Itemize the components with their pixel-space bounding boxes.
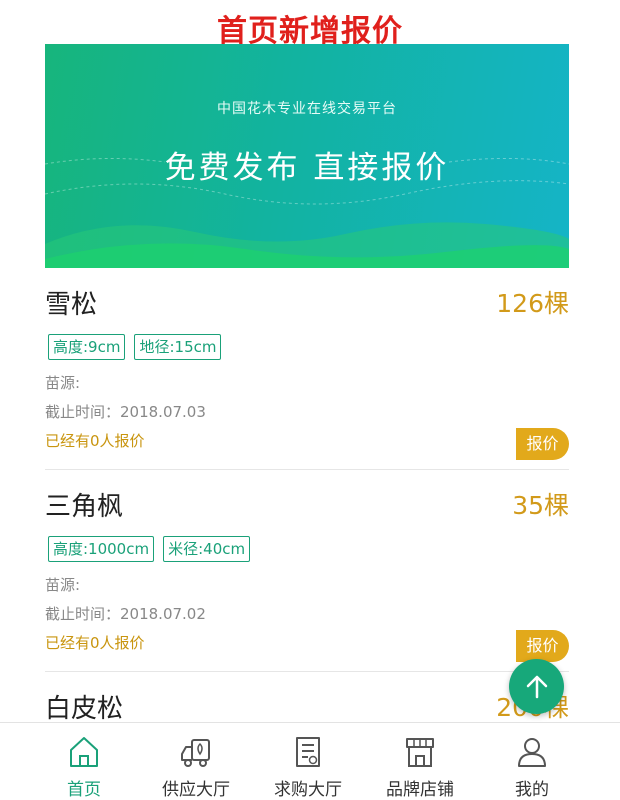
quote-button[interactable]: 报价 xyxy=(516,630,569,662)
document-icon xyxy=(296,737,320,767)
tab-supply-hall[interactable]: 供应大厅 xyxy=(134,723,258,800)
spec-tag: 高度:9cm xyxy=(48,334,126,360)
tab-purchase-hall[interactable]: 求购大厅 xyxy=(246,723,370,800)
banner-slogan: 免费发布 直接报价 xyxy=(164,150,450,186)
spec-tag: 高度:1000cm xyxy=(48,536,155,562)
item-offer-count: 已经有0人报价 xyxy=(45,432,145,450)
truck-icon xyxy=(181,739,210,767)
banner-subtitle: 中国花木专业在线交易平台 xyxy=(217,101,397,117)
item-name: 三角枫 xyxy=(45,492,124,522)
item-quantity: 126棵 xyxy=(496,289,569,318)
tab-label: 求购大厅 xyxy=(274,780,342,800)
spec-tags: 高度:9cm 地径:15cm xyxy=(48,334,222,360)
item-deadline: 截止时间：2018.07.03 xyxy=(45,403,206,421)
item-offer-count: 已经有0人报价 xyxy=(45,634,145,652)
item-quantity: 35棵 xyxy=(512,491,569,520)
spec-tags: 高度:1000cm 米径:40cm xyxy=(48,536,251,562)
tab-mine[interactable]: 我的 xyxy=(470,723,594,800)
item-deadline: 截止时间：2018.07.02 xyxy=(45,605,206,623)
home-icon xyxy=(70,737,98,767)
tab-label: 品牌店铺 xyxy=(386,780,454,800)
quote-list: 雪松 126棵 高度:9cm 地径:15cm 苗源: 截止时间：2018.07.… xyxy=(45,268,569,732)
item-source: 苗源: xyxy=(45,374,81,392)
tab-label: 首页 xyxy=(67,780,101,800)
promo-banner[interactable]: 中国花木专业在线交易平台 免费发布 直接报价 xyxy=(45,44,569,268)
spec-tag: 地径:15cm xyxy=(134,334,222,360)
item-source: 苗源: xyxy=(45,576,81,594)
bottom-tab-bar: 首页 供应大厅 求购大厅 品牌店铺 我的 xyxy=(0,722,620,800)
spec-tag: 米径:40cm xyxy=(163,536,251,562)
tab-home[interactable]: 首页 xyxy=(22,723,146,800)
quote-button[interactable]: 报价 xyxy=(516,428,569,460)
item-name: 白皮松 xyxy=(45,694,124,724)
user-icon xyxy=(518,738,546,767)
arrow-up-icon xyxy=(526,675,547,698)
list-item[interactable]: 雪松 126棵 高度:9cm 地径:15cm 苗源: 截止时间：2018.07.… xyxy=(45,268,569,470)
tab-brand-stores[interactable]: 品牌店铺 xyxy=(358,723,482,800)
tab-label: 我的 xyxy=(515,780,549,800)
store-icon xyxy=(406,738,434,767)
tab-label: 供应大厅 xyxy=(162,780,230,800)
back-to-top-button[interactable] xyxy=(509,659,564,714)
list-item[interactable]: 三角枫 35棵 高度:1000cm 米径:40cm 苗源: 截止时间：2018.… xyxy=(45,470,569,672)
item-name: 雪松 xyxy=(45,290,98,320)
